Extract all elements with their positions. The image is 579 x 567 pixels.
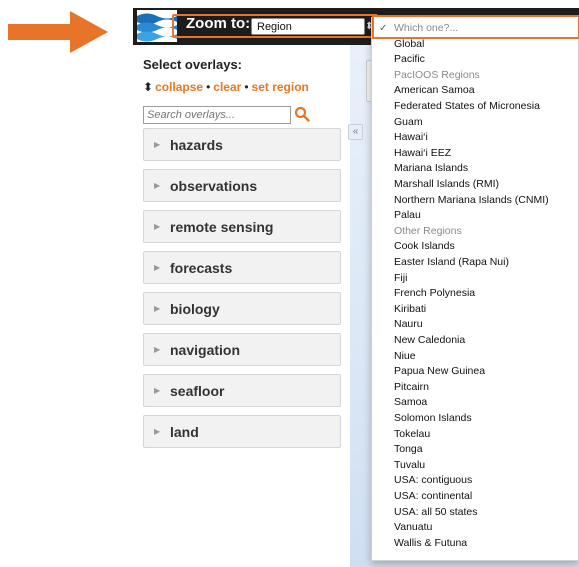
category-label: seafloor bbox=[170, 382, 225, 399]
sort-caret-icon: ⬍ bbox=[143, 80, 154, 94]
expand-icon: ▶ bbox=[154, 263, 161, 272]
category-seafloor[interactable]: ▶ seafloor bbox=[143, 374, 341, 407]
logo-icon bbox=[137, 10, 177, 42]
dropdown-option[interactable]: Northern Mariana Islands (CNMI) bbox=[394, 193, 549, 207]
dropdown-option[interactable]: Cook Islands bbox=[394, 239, 455, 253]
region-dropdown-list: ✓ Which one?... Global Pacific PacIOOS Regi… bbox=[371, 17, 579, 561]
dropdown-option[interactable]: Tuvalu bbox=[394, 458, 425, 472]
dropdown-option[interactable]: Federated States of Micronesia bbox=[394, 99, 540, 113]
dropdown-option[interactable]: Niue bbox=[394, 349, 416, 363]
expand-icon: ▶ bbox=[154, 304, 161, 313]
expand-icon: ▶ bbox=[154, 140, 161, 149]
dropdown-option[interactable]: USA: contiguous bbox=[394, 473, 472, 487]
dropdown-option[interactable]: Wallis & Futuna bbox=[394, 536, 467, 550]
collapse-panel-icon[interactable]: « bbox=[348, 124, 363, 140]
dropdown-option[interactable]: Guam bbox=[394, 115, 423, 129]
dropdown-option[interactable]: Mariana Islands bbox=[394, 161, 468, 175]
dropdown-option[interactable]: Solomon Islands bbox=[394, 411, 472, 425]
category-label: land bbox=[170, 423, 199, 440]
expand-icon: ▶ bbox=[154, 222, 161, 231]
category-label: remote sensing bbox=[170, 218, 274, 235]
dropdown-option[interactable]: Samoa bbox=[394, 395, 427, 409]
dropdown-option[interactable]: Pacific bbox=[394, 52, 425, 66]
category-navigation[interactable]: ▶ navigation bbox=[143, 333, 341, 366]
dropdown-option[interactable]: Vanuatu bbox=[394, 520, 432, 534]
panel-title: Select overlays: bbox=[143, 57, 243, 72]
overlay-links: ⬍ collapse • clear • set region bbox=[143, 80, 309, 94]
expand-icon: ▶ bbox=[154, 386, 161, 395]
dropdown-option[interactable]: Easter Island (Rapa Nui) bbox=[394, 255, 509, 269]
category-label: hazards bbox=[170, 136, 223, 153]
dropdown-option[interactable]: USA: continental bbox=[394, 489, 472, 503]
expand-icon: ▶ bbox=[154, 181, 161, 190]
dropdown-option[interactable]: Marshall Islands (RMI) bbox=[394, 177, 499, 191]
dropdown-option[interactable]: Fiji bbox=[394, 271, 407, 285]
category-label: navigation bbox=[170, 341, 241, 358]
dropdown-option[interactable]: Kiribati bbox=[394, 302, 426, 316]
separator-dot: • bbox=[244, 80, 249, 94]
category-forecasts[interactable]: ▶ forecasts bbox=[143, 251, 341, 284]
annotation-arrow bbox=[8, 11, 108, 53]
dropdown-option[interactable]: Palau bbox=[394, 208, 421, 222]
dropdown-option[interactable]: Tonga bbox=[394, 442, 423, 456]
dropdown-option[interactable]: Pitcairn bbox=[394, 380, 429, 394]
annotation-highlight-zoom bbox=[172, 14, 378, 38]
category-label: biology bbox=[170, 300, 220, 317]
category-label: forecasts bbox=[170, 259, 233, 276]
dropdown-option[interactable]: Papua New Guinea bbox=[394, 364, 485, 378]
annotation-highlight-dropdown bbox=[372, 15, 579, 39]
category-hazards[interactable]: ▶ hazards bbox=[143, 128, 341, 161]
separator-dot: • bbox=[206, 80, 211, 94]
dropdown-option[interactable]: USA: all 50 states bbox=[394, 505, 477, 519]
category-biology[interactable]: ▶ biology bbox=[143, 292, 341, 325]
expand-icon: ▶ bbox=[154, 345, 161, 354]
category-label: observations bbox=[170, 177, 258, 194]
search-icon[interactable] bbox=[294, 106, 310, 122]
dropdown-option[interactable]: French Polynesia bbox=[394, 286, 475, 300]
overlay-categories: ▶ hazards ▶ observations ▶ remote sensing ▶… bbox=[143, 128, 341, 456]
dropdown-group-header: PacIOOS Regions bbox=[394, 68, 480, 81]
dropdown-option[interactable]: Hawai‘i EEZ bbox=[394, 146, 451, 160]
dropdown-group-header: Other Regions bbox=[394, 224, 462, 237]
dropdown-option[interactable]: New Caledonia bbox=[394, 333, 465, 347]
category-land[interactable]: ▶ land bbox=[143, 415, 341, 448]
dropdown-option[interactable]: American Samoa bbox=[394, 83, 475, 97]
dropdown-option[interactable]: Nauru bbox=[394, 317, 423, 331]
dropdown-option[interactable]: Tokelau bbox=[394, 427, 430, 441]
collapse-link[interactable]: collapse bbox=[155, 80, 203, 94]
category-remote-sensing[interactable]: ▶ remote sensing bbox=[143, 210, 341, 243]
search-overlays-input[interactable] bbox=[143, 106, 291, 124]
expand-icon: ▶ bbox=[154, 427, 161, 436]
clear-link[interactable]: clear bbox=[213, 80, 241, 94]
dropdown-option[interactable]: Hawai‘i bbox=[394, 130, 428, 144]
category-observations[interactable]: ▶ observations bbox=[143, 169, 341, 202]
set-region-link[interactable]: set region bbox=[252, 80, 309, 94]
